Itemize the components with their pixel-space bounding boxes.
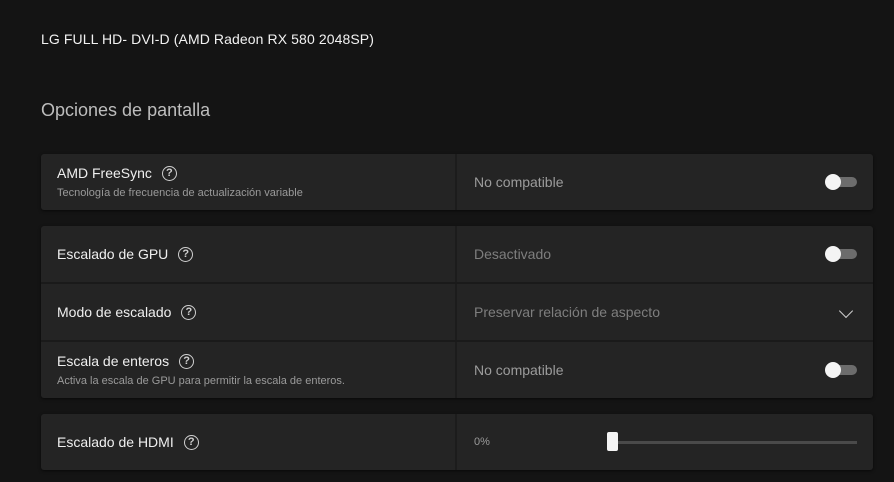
freesync-card: AMD FreeSync ? Tecnología de frecuencia … [41, 154, 873, 210]
hdmi-scaling-value-cell: 0% [457, 414, 873, 470]
toggle-knob [825, 246, 841, 262]
hdmi-card: Escalado de HDMI ? 0% [41, 414, 873, 470]
freesync-row: AMD FreeSync ? Tecnología de frecuencia … [41, 154, 873, 210]
hdmi-scaling-slider[interactable] [607, 432, 857, 451]
integer-scaling-sublabel: Activa la escala de GPU para permitir la… [57, 375, 345, 387]
integer-scaling-value-cell: No compatible [457, 342, 873, 398]
gpu-scaling-label-cell: Escalado de GPU ? [41, 226, 457, 282]
integer-scaling-row: Escala de enteros ? Activa la escala de … [41, 342, 873, 398]
help-icon[interactable]: ? [181, 304, 197, 320]
freesync-value-cell: No compatible [457, 154, 873, 210]
help-icon[interactable]: ? [178, 246, 194, 262]
gpu-scaling-value: Desactivado [474, 246, 552, 262]
hdmi-scaling-row: Escalado de HDMI ? 0% [41, 414, 873, 470]
slider-thumb[interactable] [607, 432, 618, 451]
integer-scaling-toggle[interactable] [825, 362, 857, 378]
section-title: Opciones de pantalla [41, 100, 211, 120]
integer-scaling-label-cell: Escala de enteros ? Activa la escala de … [41, 342, 457, 398]
scaling-mode-label: Modo de escalado [57, 304, 172, 320]
scaling-mode-label-cell: Modo de escalado ? [41, 284, 457, 340]
gpu-scaling-row: Escalado de GPU ? Desactivado [41, 226, 873, 284]
scaling-mode-value: Preservar relación de aspecto [474, 304, 660, 320]
hdmi-scaling-value: 0% [474, 436, 490, 448]
gpu-scaling-label: Escalado de GPU [57, 246, 169, 262]
integer-scaling-value: No compatible [474, 362, 564, 378]
hdmi-scaling-label: Escalado de HDMI [57, 434, 174, 450]
chevron-down-icon[interactable] [838, 303, 854, 319]
freesync-toggle[interactable] [825, 174, 857, 190]
integer-scaling-label: Escala de enteros [57, 353, 170, 369]
gpu-scaling-value-cell: Desactivado [457, 226, 873, 282]
toggle-knob [825, 174, 841, 190]
toggle-knob [825, 362, 841, 378]
monitor-title: LG FULL HD- DVI-D (AMD Radeon RX 580 204… [41, 31, 375, 47]
freesync-sublabel: Tecnología de frecuencia de actualizació… [57, 187, 303, 199]
gpu-scaling-toggle[interactable] [825, 246, 857, 262]
hdmi-scaling-label-cell: Escalado de HDMI ? [41, 414, 457, 470]
freesync-value: No compatible [474, 174, 564, 190]
scaling-card: Escalado de GPU ? Desactivado Modo de es… [41, 226, 873, 398]
help-icon[interactable]: ? [161, 165, 177, 181]
help-icon[interactable]: ? [183, 434, 199, 450]
freesync-label-cell: AMD FreeSync ? Tecnología de frecuencia … [41, 154, 457, 210]
freesync-label: AMD FreeSync [57, 165, 152, 181]
help-icon[interactable]: ? [179, 353, 195, 369]
scaling-mode-dropdown[interactable]: Preservar relación de aspecto [457, 284, 873, 340]
scaling-mode-row: Modo de escalado ? Preservar relación de… [41, 284, 873, 342]
